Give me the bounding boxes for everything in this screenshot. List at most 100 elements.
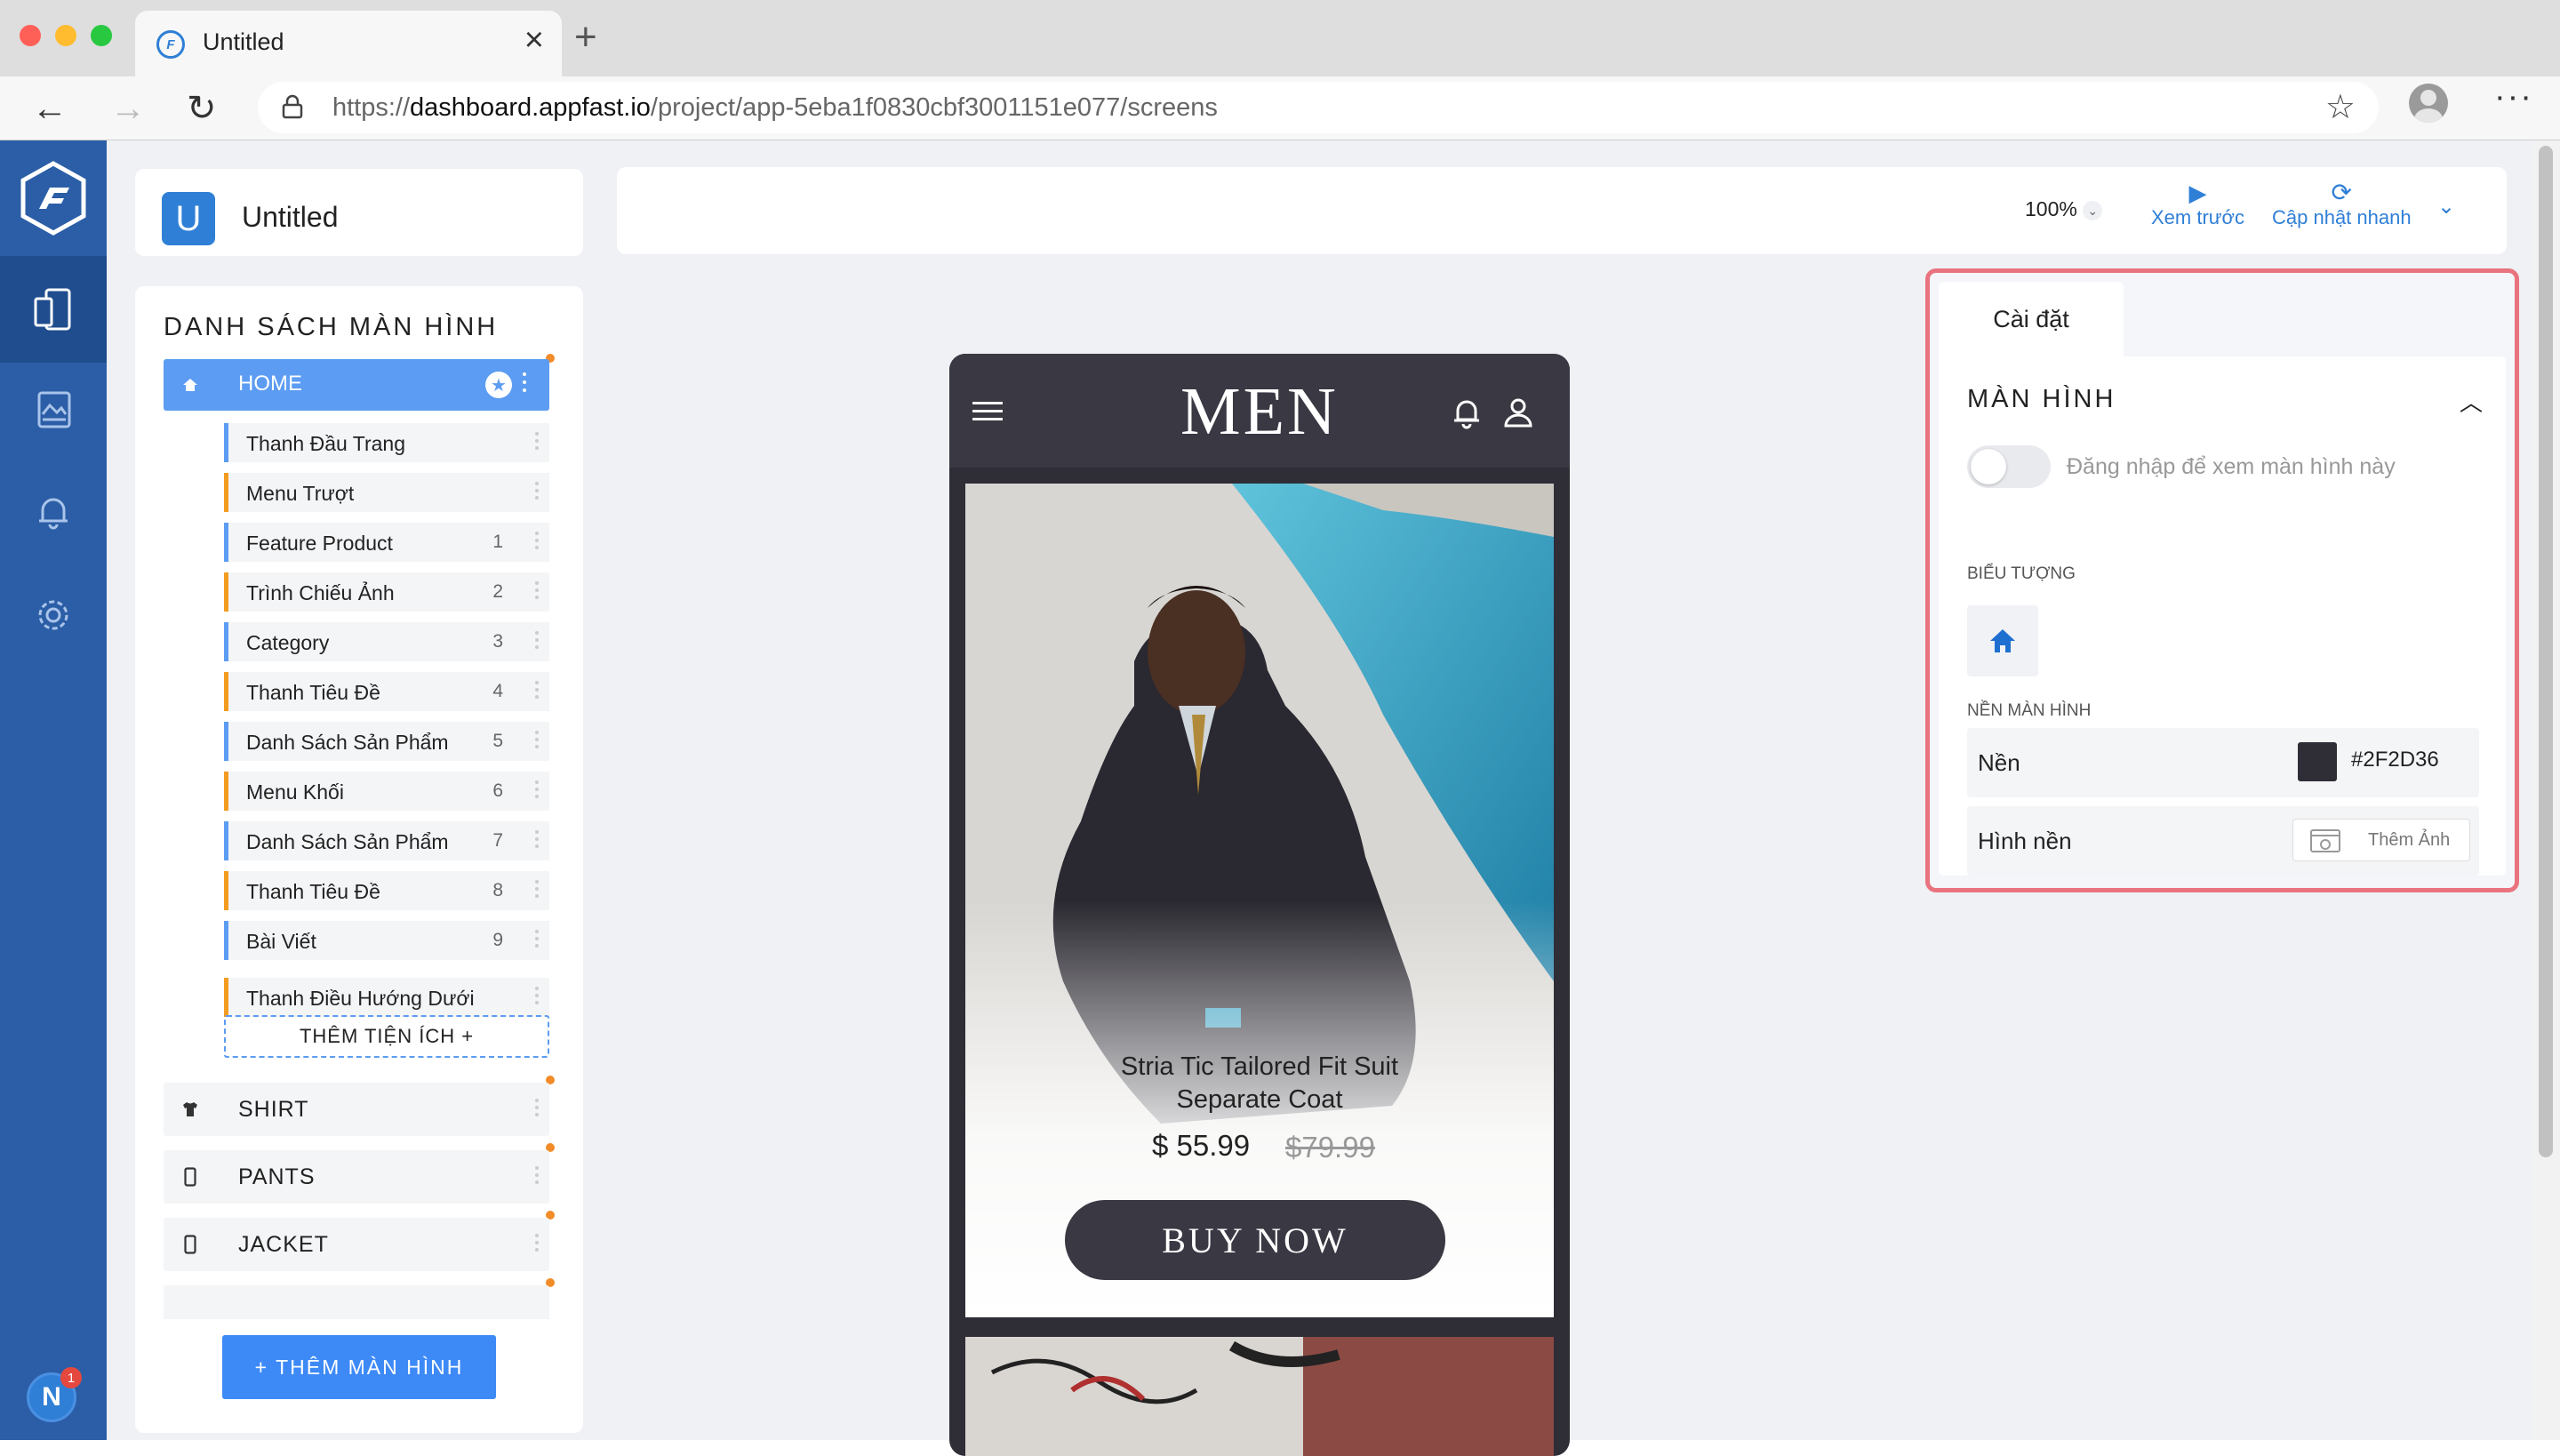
widget-item-index: 2 [492, 581, 503, 602]
more-options-icon[interactable] [535, 731, 540, 752]
back-arrow-icon[interactable]: ← [32, 84, 68, 133]
widget-item-label: Bài Viết [246, 930, 316, 953]
page-scrollbar-thumb[interactable] [2539, 146, 2553, 1157]
more-options-icon[interactable] [535, 1099, 540, 1120]
nav-media[interactable] [0, 356, 107, 462]
widget-item-label: Danh Sách Sản Phẩm [246, 830, 449, 853]
appfast-favicon-icon: F [156, 30, 185, 59]
close-window-button[interactable] [20, 25, 41, 46]
bookmark-star-icon[interactable]: ☆ [2325, 87, 2356, 127]
widget-item[interactable]: Category 3 [224, 622, 549, 661]
icon-heading: BIỂU TƯỢNG [1967, 564, 2076, 583]
appfast-logo-icon[interactable] [20, 160, 87, 236]
more-options-icon[interactable] [535, 681, 540, 702]
background-heading: NỀN MÀN HÌNH [1967, 701, 2092, 720]
widget-item-label: Danh Sách Sản Phẩm [246, 731, 449, 754]
user-icon[interactable] [1502, 395, 1534, 430]
reload-icon[interactable]: ↻ [187, 84, 217, 133]
login-required-toggle[interactable] [1967, 445, 2051, 488]
nav-settings[interactable] [0, 562, 107, 668]
gear-icon [38, 600, 68, 630]
widget-item[interactable]: Thanh Điều Hướng Dưới [224, 978, 549, 1017]
tab-settings[interactable]: Cài đặt [1939, 282, 2124, 356]
profile-avatar-icon[interactable] [2409, 84, 2448, 123]
project-logo: U [162, 192, 215, 245]
phone-header: MEN [949, 354, 1570, 468]
product-name: Stria Tic Tailored Fit Suit Separate Coa… [1120, 1052, 1399, 1114]
widget-item[interactable]: Bài Viết 9 [224, 921, 549, 960]
widget-item[interactable]: Trình Chiếu Ảnh 2 [224, 572, 549, 612]
widget-item[interactable]: Feature Product 1 [224, 523, 549, 562]
more-options-icon[interactable] [535, 987, 540, 1008]
nav-notifications[interactable] [0, 459, 107, 565]
add-image-button[interactable]: Thêm Ảnh [2292, 819, 2470, 861]
add-screen-button[interactable]: + THÊM MÀN HÌNH [222, 1335, 496, 1399]
product-photo [965, 484, 1554, 1317]
screen-item[interactable]: SHIRT [164, 1083, 549, 1136]
screen-item[interactable]: PANTS [164, 1150, 549, 1204]
screen-list-panel: DANH SÁCH MÀN HÌNH HOME ★ Thanh Đầu Tran… [135, 286, 583, 1433]
new-tab-icon[interactable]: + [574, 18, 597, 57]
quick-update-button[interactable]: ⟳ Cập nhật nhanh [2272, 180, 2412, 229]
widget-item[interactable]: Menu Trượt [224, 473, 549, 512]
featured-product-card[interactable]: Stria Tic Tailored Fit Suit Separate Coa… [965, 484, 1554, 1317]
add-widget-button[interactable]: THÊM TIỆN ÍCH + [224, 1015, 549, 1058]
more-options-icon[interactable] [535, 880, 540, 901]
widget-item[interactable]: Menu Khối 6 [224, 772, 549, 811]
more-options-icon[interactable] [535, 482, 540, 503]
lock-icon [282, 94, 303, 119]
bell-icon[interactable] [1451, 395, 1483, 430]
widget-item-label: Feature Product [246, 532, 393, 555]
widget-item-label: Trình Chiếu Ảnh [246, 581, 395, 604]
more-options-icon[interactable] [535, 930, 540, 951]
more-options-icon[interactable] [535, 581, 540, 603]
more-options-icon[interactable] [535, 780, 540, 802]
maximize-window-button[interactable] [91, 25, 112, 46]
color-swatch[interactable] [2298, 742, 2337, 781]
screen-icon-picker[interactable] [1967, 605, 2038, 676]
more-options-icon[interactable] [523, 372, 528, 392]
more-options-icon[interactable] [535, 830, 540, 852]
more-options-icon[interactable] [535, 432, 540, 453]
close-tab-icon[interactable]: × [524, 23, 544, 57]
background-color-row[interactable]: Nền #2F2D36 [1967, 728, 2479, 797]
app-area: N 1 U Untitled DANH SÁCH MÀN HÌNH HOME ★… [0, 140, 2560, 1456]
image-gallery-icon [37, 391, 71, 428]
widget-item[interactable]: Thanh Tiêu Đề 4 [224, 672, 549, 711]
widget-item[interactable]: Danh Sách Sản Phẩm 7 [224, 821, 549, 860]
screen-item-label: SHIRT [238, 1097, 309, 1122]
widget-item-index: 8 [492, 880, 503, 900]
widget-item[interactable]: Danh Sách Sản Phẩm 5 [224, 722, 549, 761]
minimize-window-button[interactable] [55, 25, 76, 46]
toolbar-dropdown-chevron-icon[interactable]: ⌄ [2437, 194, 2455, 220]
screen-item[interactable]: JACKET [164, 1218, 549, 1271]
widget-item-label: Menu Trượt [246, 482, 355, 505]
chevron-down-icon: ⌄ [2083, 200, 2103, 220]
buy-now-button[interactable]: BUY NOW [1065, 1200, 1445, 1280]
toggle-knob [1971, 449, 2006, 484]
forward-arrow-icon[interactable]: → [110, 84, 146, 133]
play-icon: ▶ [2188, 180, 2207, 206]
browser-menu-icon[interactable]: ··· [2494, 78, 2533, 116]
more-options-icon[interactable] [535, 532, 540, 553]
more-options-icon[interactable] [535, 1166, 540, 1188]
more-options-icon[interactable] [535, 1234, 540, 1255]
preview-button[interactable]: ▶ Xem trước [2151, 180, 2244, 229]
next-product-card[interactable] [965, 1337, 1554, 1456]
url-field[interactable]: https://dashboard.appfast.io/project/app… [258, 82, 2379, 133]
star-icon[interactable]: ★ [485, 372, 512, 398]
screen-list-title: DANH SÁCH MÀN HÌNH [164, 313, 499, 341]
browser-tab[interactable]: F Untitled × [135, 11, 562, 76]
zoom-select[interactable]: 100% ⌄ [2025, 197, 2103, 221]
more-options-icon[interactable] [535, 631, 540, 652]
widget-item-index: 3 [492, 631, 503, 652]
chevron-up-icon[interactable]: ︿ [2460, 385, 2483, 418]
nav-screens[interactable] [0, 256, 107, 363]
screen-item-home[interactable]: HOME ★ [164, 359, 549, 411]
widget-item[interactable]: Thanh Đầu Trang [224, 423, 549, 462]
phone-icon [180, 1234, 201, 1255]
devices-icon [34, 288, 71, 331]
address-bar-row: ← → ↻ https://dashboard.appfast.io/proje… [0, 76, 2560, 140]
widget-item[interactable]: Thanh Tiêu Đề 8 [224, 871, 549, 910]
screen-item-label: JACKET [238, 1232, 329, 1257]
